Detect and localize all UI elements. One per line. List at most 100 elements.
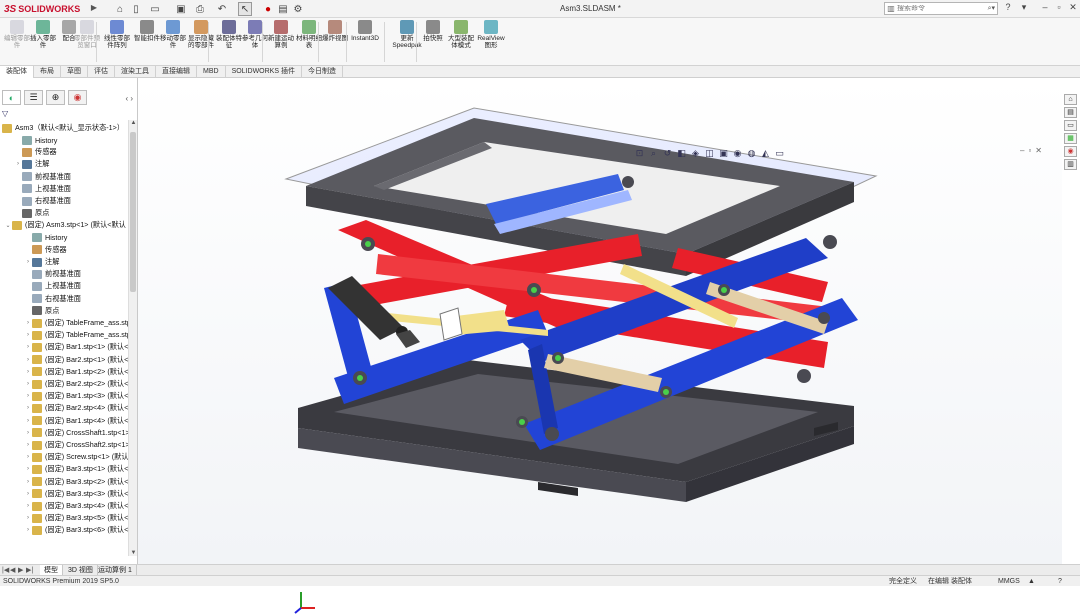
tree-item[interactable]: 右视基准面: [14, 195, 71, 207]
tree-item[interactable]: › (固定) Bar1.stp<2> (默认<: [24, 366, 128, 378]
tree-expander-icon[interactable]: ›: [24, 442, 32, 448]
command-tab[interactable]: 装配体: [0, 66, 34, 78]
select-pointer-icon[interactable]: ↖: [238, 2, 252, 16]
tree-expander-icon[interactable]: ›: [24, 320, 32, 326]
tree-expander-icon[interactable]: ›: [24, 491, 32, 497]
ribbon-button[interactable]: 更新Speedpak: [390, 20, 424, 49]
viewport-restore-icon[interactable]: ▫: [1028, 146, 1031, 155]
zoom-to-area-icon[interactable]: ⌕: [648, 148, 659, 159]
new-document-icon[interactable]: ▯: [130, 2, 142, 16]
tree-item[interactable]: › (固定) Bar2.stp<4> (默认<: [24, 402, 128, 414]
dynamic-annotation-icon[interactable]: ◈: [690, 148, 701, 159]
tree-item[interactable]: › (固定) Bar1.stp<4> (默认<: [24, 415, 128, 427]
hide-show-items-icon[interactable]: ◉: [732, 148, 743, 159]
tree-scrollbar[interactable]: ▲ ▼: [128, 120, 137, 556]
search-icon[interactable]: ⌕▾: [988, 4, 995, 13]
options-gear-icon[interactable]: ⚙: [292, 2, 304, 16]
command-tab[interactable]: 评估: [88, 66, 115, 78]
assembly-model[interactable]: [138, 78, 1062, 564]
tree-expander-icon[interactable]: ›: [24, 259, 32, 265]
command-tab[interactable]: MBD: [197, 66, 226, 78]
panel-nav-arrows-icon[interactable]: ‹ ›: [125, 94, 133, 103]
ribbon-button[interactable]: 线性零部件阵列: [104, 20, 130, 49]
tree-item[interactable]: 传感器: [24, 244, 67, 256]
tree-item[interactable]: › (固定) Bar3.stp<4> (默认<: [24, 500, 128, 512]
command-tab[interactable]: 今日制造: [302, 66, 343, 78]
tree-expander-icon[interactable]: ›: [24, 381, 32, 387]
scrollbar-thumb[interactable]: [130, 132, 136, 292]
ribbon-button[interactable]: Instant3D: [351, 20, 379, 42]
tree-expander-icon[interactable]: ›: [24, 466, 32, 472]
ribbon-button[interactable]: 插入零部件: [30, 20, 56, 49]
ribbon-button[interactable]: 拍快照: [420, 20, 446, 42]
restore-icon[interactable]: ▫: [1052, 2, 1066, 15]
ribbon-button[interactable]: 显示隐藏的零部件: [188, 20, 214, 49]
tree-expander-icon[interactable]: ›: [24, 527, 32, 533]
tree-item[interactable]: › 注解: [14, 158, 49, 170]
scroll-up-icon[interactable]: ▲: [129, 120, 138, 126]
tree-expander-icon[interactable]: ›: [24, 405, 32, 411]
section-view-icon[interactable]: ◧: [676, 148, 687, 159]
command-tab[interactable]: 草图: [61, 66, 88, 78]
tree-expander-icon[interactable]: ›: [24, 479, 32, 485]
tree-item[interactable]: › (固定) CrossShaft1.stp<1>: [24, 427, 128, 439]
tree-root[interactable]: Asm3（默认<默认_显示状态-1>）: [2, 122, 124, 134]
tree-expander-icon[interactable]: ›: [24, 332, 32, 338]
tree-item[interactable]: › (固定) CrossShaft2.stp<1>: [24, 439, 128, 451]
ribbon-button[interactable]: 大型装配体模式: [448, 20, 474, 49]
close-icon[interactable]: ✕: [1066, 2, 1080, 15]
search-box[interactable]: ▥ ⌕▾: [884, 2, 998, 15]
tree-item[interactable]: › (固定) Bar2.stp<2> (默认<: [24, 378, 128, 390]
tree-expander-icon[interactable]: ›: [24, 454, 32, 460]
view-settings-icon[interactable]: ▭: [774, 148, 785, 159]
ribbon-button[interactable]: 编辑零部件: [4, 20, 30, 49]
tree-item[interactable]: › (固定) TableFrame_ass.stp: [24, 329, 128, 341]
view-palette-icon[interactable]: ▦: [1064, 133, 1077, 144]
graphics-area[interactable]: ⊡ ⌕ ↺ ◧ ◈ ◫ ▣ ◉ ◍ ◭ ▭ – ▫ ✕: [138, 78, 1062, 614]
tree-item[interactable]: History: [24, 232, 67, 244]
ribbon-button[interactable]: 爆炸视图: [322, 20, 348, 42]
tree-item[interactable]: › (固定) Bar1.stp<3> (默认<: [24, 390, 128, 402]
undo-icon[interactable]: ↶: [216, 2, 228, 16]
scroll-down-icon[interactable]: ▼: [129, 550, 138, 556]
zoom-to-fit-icon[interactable]: ⊡: [634, 148, 645, 159]
viewport-close-icon[interactable]: ✕: [1035, 146, 1042, 155]
search-input[interactable]: [897, 5, 977, 12]
help-status-icon[interactable]: ?: [1058, 576, 1062, 587]
home-icon[interactable]: ⌂: [114, 2, 126, 16]
tree-expander-icon[interactable]: ›: [24, 369, 32, 375]
tree-expander-icon[interactable]: ›: [24, 357, 32, 363]
tree-expander-icon[interactable]: ›: [24, 393, 32, 399]
view-orientation-icon[interactable]: ◫: [704, 148, 715, 159]
tree-item[interactable]: › (固定) TableFrame_ass.stp: [24, 317, 128, 329]
tree-item[interactable]: 上视基准面: [14, 183, 71, 195]
appearances-icon[interactable]: ◉: [1064, 146, 1077, 157]
command-tab[interactable]: 直接编辑: [156, 66, 197, 78]
tree-expander-icon[interactable]: ›: [14, 161, 22, 167]
tree-expander-icon[interactable]: ⌄: [4, 222, 12, 229]
tree-item[interactable]: 上视基准面: [24, 280, 81, 292]
tree-item[interactable]: › (固定) Bar2.stp<1> (默认<: [24, 354, 128, 366]
file-properties-icon[interactable]: ▤: [277, 2, 289, 16]
expand-menu-icon[interactable]: ▾: [1017, 2, 1031, 15]
tree-item[interactable]: 前视基准面: [24, 268, 81, 280]
tree-item[interactable]: › (固定) Screw.stp<1> (默认: [24, 451, 128, 463]
menu-expand-icon[interactable]: ▶: [89, 3, 99, 15]
feature-manager-tab-icon[interactable]: ◐: [2, 90, 21, 105]
command-tab[interactable]: 渲染工具: [115, 66, 156, 78]
unit-dropdown-icon[interactable]: ▲: [1028, 576, 1035, 587]
tree-item[interactable]: 前视基准面: [14, 171, 71, 183]
tree-item[interactable]: › (固定) Bar3.stp<1> (默认<: [24, 463, 128, 475]
edit-appearance-icon[interactable]: ◍: [746, 148, 757, 159]
tree-item[interactable]: 传感器: [14, 146, 57, 158]
design-library-icon[interactable]: ▤: [1064, 107, 1077, 118]
print-icon[interactable]: ⎙: [193, 2, 207, 16]
tree-item[interactable]: 右视基准面: [24, 293, 81, 305]
tree-item[interactable]: 原点: [14, 207, 49, 219]
tree-item[interactable]: › (固定) Bar3.stp<5> (默认<: [24, 512, 128, 524]
unit-system[interactable]: MMGS: [998, 576, 1020, 587]
rebuild-icon[interactable]: ●: [263, 2, 273, 16]
tree-expander-icon[interactable]: ›: [24, 418, 32, 424]
property-manager-tab-icon[interactable]: ☰: [24, 90, 43, 105]
file-explorer-icon[interactable]: ▭: [1064, 120, 1077, 131]
